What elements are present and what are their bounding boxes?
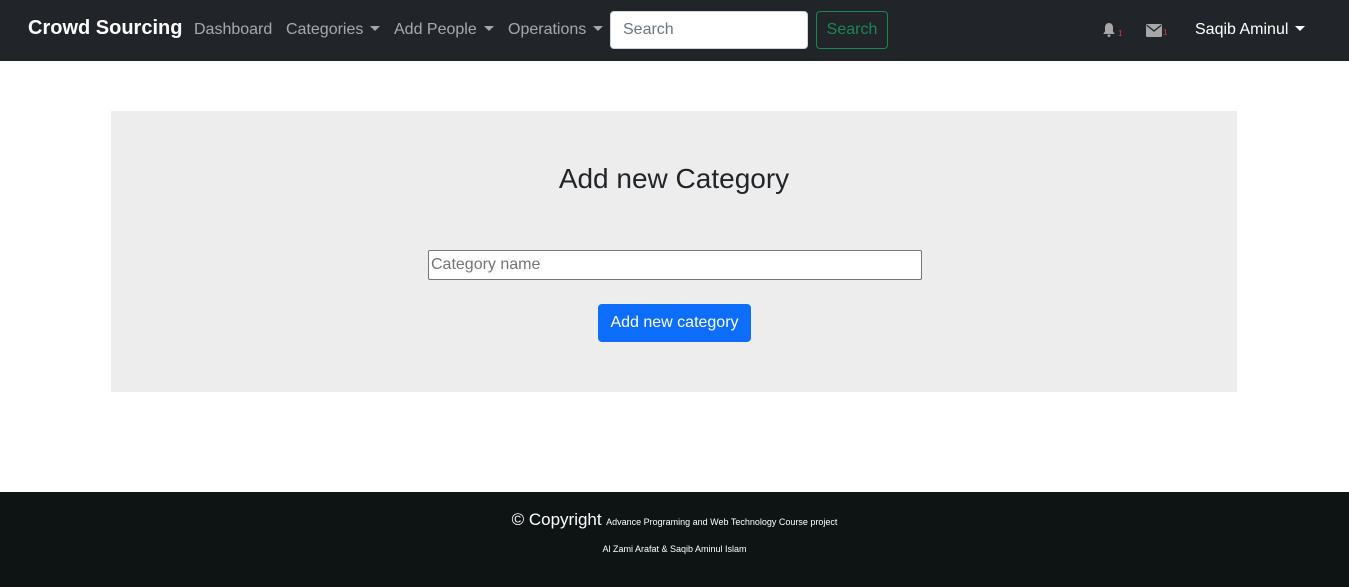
nav-add-people-dropdown[interactable]: Add People [394,21,494,39]
copyright-text: © Copyright [511,510,602,529]
nav-operations-label: Operations [508,21,587,38]
project-text: Advance Programing and Web Technology Co… [606,517,838,527]
category-name-input[interactable] [428,250,922,280]
search-input[interactable] [610,11,808,49]
user-menu-dropdown[interactable]: Saqib Aminul [1195,21,1306,39]
nav-categories-dropdown[interactable]: Categories [286,21,381,39]
envelope-icon [1146,24,1162,37]
brand-logo[interactable]: Crowd Sourcing [28,17,182,40]
bell-icon [1103,23,1115,37]
nav-dashboard-label: Dashboard [194,21,273,38]
footer-copyright-line: © Copyright Advance Programing and Web T… [0,510,1349,530]
page-footer: © Copyright Advance Programing and Web T… [0,492,1349,587]
messages-button[interactable]: 1 [1146,24,1167,42]
caret-down-icon [1295,26,1306,31]
message-count-badge: 1 [1163,28,1168,37]
search-button[interactable]: Search [816,11,888,49]
caret-down-icon [593,26,604,31]
nav-operations-dropdown[interactable]: Operations [508,21,604,39]
add-category-button[interactable]: Add new category [598,304,751,342]
top-navbar: Crowd Sourcing Dashboard Categories Add … [0,0,1349,61]
nav-add-people-label: Add People [394,21,477,38]
user-name: Saqib Aminul [1195,21,1289,38]
nav-dashboard[interactable]: Dashboard [194,21,272,39]
caret-down-icon [370,26,381,31]
add-category-card: Add new Category Add new category [111,111,1237,392]
nav-categories-label: Categories [286,21,364,38]
notifications-button[interactable]: 1 [1102,22,1122,43]
authors-text: Al Zami Arafat & Saqib Aminul Islam [602,544,747,554]
page-title: Add new Category [558,163,790,194]
caret-down-icon [483,26,494,31]
notification-count-badge: 1 [1118,29,1123,38]
